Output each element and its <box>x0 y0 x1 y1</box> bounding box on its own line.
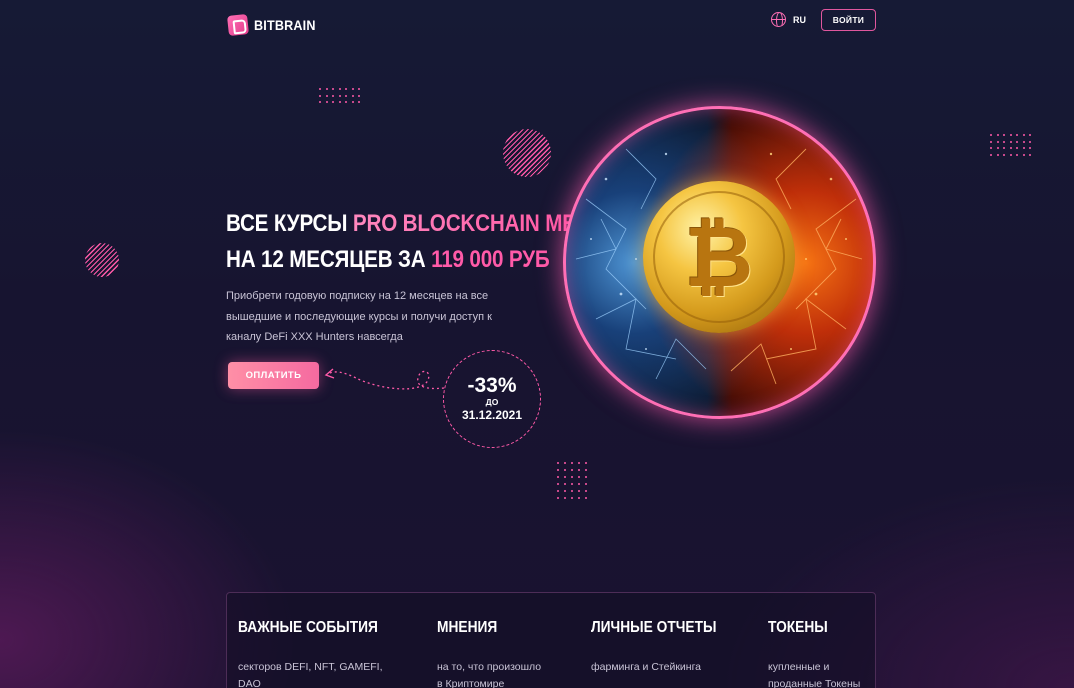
feature-text-line: проданные Токены <box>768 678 861 688</box>
hero-title-text: ВСЕ КУРСЫ <box>226 210 348 237</box>
hero-title-line2: НА 12 МЕСЯЦЕВ ЗА 119 000 РУБ <box>226 242 611 278</box>
feature-title: ВАЖНЫЕ СОБЫТИЯ <box>238 619 378 636</box>
feature-events: ВАЖНЫЕ СОБЫТИЯ секторов DEFI, NFT, GAMEF… <box>238 619 401 688</box>
discount-until-label: ДО <box>485 397 499 407</box>
discount-badge: -33% ДО 31.12.2021 <box>443 350 541 448</box>
decor-hatched-circle <box>503 129 551 177</box>
feature-text: фарминга и Стейкинга <box>591 659 737 676</box>
decor-dots <box>557 462 587 499</box>
hero-title-line1: ВСЕ КУРСЫ PRO BLOCKCHAIN MEDIA <box>226 206 611 242</box>
feature-opinions: МНЕНИЯ на то, что произошло в Криптомире <box>437 619 541 688</box>
brand-logo[interactable]: BITBRAIN <box>227 14 322 36</box>
feature-text-line: фарминга и Стейкинга <box>591 661 702 673</box>
hero-description: Приобрети годовую подписку на 12 месяцев… <box>226 290 492 343</box>
feature-title: ТОКЕНЫ <box>768 619 828 636</box>
language-switcher[interactable]: RU <box>771 12 806 27</box>
feature-text-line: в Криптомире <box>437 678 505 688</box>
feature-text-line: на то, что произошло <box>437 661 542 673</box>
features-card: ВАЖНЫЕ СОБЫТИЯ секторов DEFI, NFT, GAMEF… <box>226 592 876 688</box>
feature-title: МНЕНИЯ <box>437 619 498 636</box>
login-button[interactable]: ВОЙТИ <box>821 9 876 31</box>
feature-text-line: DAO <box>238 678 261 688</box>
feature-text: на то, что произошло в Криптомире <box>437 659 541 688</box>
discount-percent: -33% <box>467 374 517 397</box>
feature-reports: ЛИЧНЫЕ ОТЧЕТЫ фарминга и Стейкинга <box>591 619 737 676</box>
bitbrain-logo-icon <box>227 14 249 36</box>
bitcoin-icon: ₿ <box>643 181 795 333</box>
globe-icon <box>771 12 786 27</box>
hero-title: ВСЕ КУРСЫ PRO BLOCKCHAIN MEDIA НА 12 МЕС… <box>226 206 611 278</box>
feature-text: секторов DEFI, NFT, GAMEFI, DAO <box>238 659 401 688</box>
bitcoin-illustration: ₿ <box>563 106 876 419</box>
decor-dots <box>990 134 1031 156</box>
language-label: RU <box>793 14 806 25</box>
decor-dots <box>319 88 360 103</box>
discount-date: 31.12.2021 <box>461 408 523 422</box>
hero-title-text: НА 12 МЕСЯЦЕВ ЗА <box>226 246 426 273</box>
decor-hatched-circle <box>85 243 119 277</box>
feature-text-line: секторов DEFI, NFT, GAMEFI, <box>238 661 383 673</box>
feature-text-line: купленные и <box>768 661 830 673</box>
feature-title: ЛИЧНЫЕ ОТЧЕТЫ <box>591 619 717 636</box>
bitcoin-symbol: ₿ <box>684 208 754 306</box>
pay-button[interactable]: ОПЛАТИТЬ <box>228 362 319 389</box>
curved-arrow-icon <box>324 368 445 390</box>
hero-price: 119 000 РУБ <box>431 246 550 273</box>
feature-text: купленные и проданные Токены <box>768 659 860 688</box>
brand-name: BITBRAIN <box>254 17 316 33</box>
feature-tokens: ТОКЕНЫ купленные и проданные Токены <box>768 619 860 688</box>
